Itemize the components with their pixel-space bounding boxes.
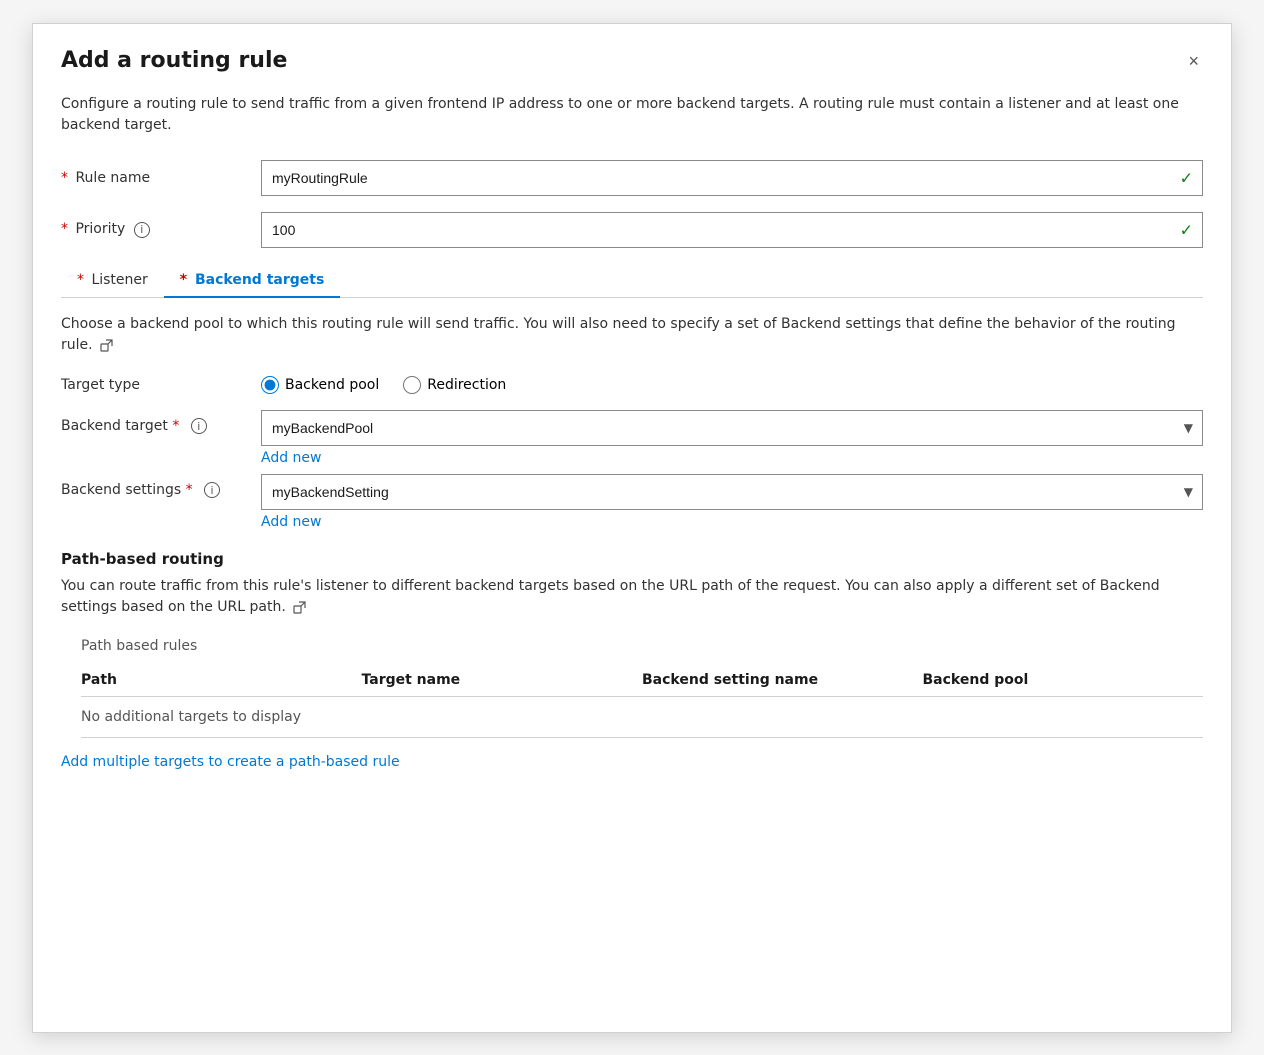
path-based-description: You can route traffic from this rule's l…: [61, 576, 1203, 618]
target-type-radio-group: Backend pool Redirection: [261, 376, 506, 394]
backend-settings-control: myBackendSetting ▼ Add new: [261, 474, 1203, 530]
tab-listener[interactable]: * Listener: [61, 264, 164, 298]
backend-target-info-icon[interactable]: i: [191, 418, 207, 434]
backend-settings-dropdown-wrap: myBackendSetting ▼: [261, 474, 1203, 510]
rule-name-label: * Rule name: [61, 170, 261, 186]
radio-redirection-input[interactable]: [403, 376, 421, 394]
backend-settings-row: Backend settings * i myBackendSetting ▼ …: [61, 474, 1203, 530]
target-type-label: Target type: [61, 377, 261, 393]
col-backend-pool: Backend pool: [923, 664, 1204, 697]
path-based-title: Path-based routing: [61, 550, 1203, 568]
priority-info-icon[interactable]: i: [134, 222, 150, 238]
backend-settings-info-icon[interactable]: i: [204, 482, 220, 498]
priority-required-star: *: [61, 221, 68, 237]
add-routing-rule-dialog: Add a routing rule × Configure a routing…: [32, 23, 1232, 1033]
radio-backend-pool-input[interactable]: [261, 376, 279, 394]
priority-row: * Priority i ✓: [61, 212, 1203, 248]
rule-name-control: ✓: [261, 160, 1203, 196]
rule-name-row: * Rule name ✓: [61, 160, 1203, 196]
backend-target-label: Backend target * i: [61, 410, 261, 435]
radio-redirection[interactable]: Redirection: [403, 376, 506, 394]
backend-settings-label: Backend settings * i: [61, 474, 261, 499]
backend-targets-content: Choose a backend pool to which this rout…: [61, 314, 1203, 770]
table-empty-message: No additional targets to display: [81, 696, 1203, 737]
backend-target-row: Backend target * i myBackendPool ▼ Add n…: [61, 410, 1203, 466]
path-based-routing-section: Path-based routing You can route traffic…: [61, 550, 1203, 738]
priority-checkmark: ✓: [1180, 220, 1193, 239]
col-path: Path: [81, 664, 362, 697]
path-based-external-link-icon[interactable]: [293, 600, 307, 614]
priority-input[interactable]: [261, 212, 1203, 248]
radio-backend-pool[interactable]: Backend pool: [261, 376, 379, 394]
rule-name-required-star: *: [61, 170, 68, 186]
priority-label-col: * Priority i: [61, 221, 261, 238]
backend-settings-select[interactable]: myBackendSetting: [261, 474, 1203, 510]
dialog-header: Add a routing rule ×: [61, 48, 1203, 74]
intro-description: Configure a routing rule to send traffic…: [61, 94, 1203, 136]
col-target-name: Target name: [362, 664, 643, 697]
path-based-rules-table: Path Target name Backend setting name Ba…: [81, 664, 1203, 738]
external-link-icon[interactable]: [100, 338, 114, 352]
table-empty-row: No additional targets to display: [81, 696, 1203, 737]
backend-settings-add-new[interactable]: Add new: [261, 514, 1203, 530]
dialog-title: Add a routing rule: [61, 48, 287, 73]
close-button[interactable]: ×: [1184, 48, 1203, 74]
rule-name-input[interactable]: [261, 160, 1203, 196]
add-multiple-targets-link[interactable]: Add multiple targets to create a path-ba…: [61, 754, 400, 770]
table-header-row: Path Target name Backend setting name Ba…: [81, 664, 1203, 697]
tabs-row: * Listener * Backend targets: [61, 264, 1203, 298]
backend-target-add-new[interactable]: Add new: [261, 450, 1203, 466]
path-based-rules-section: Path based rules Path Target name Backen…: [81, 638, 1203, 738]
path-based-rules-title: Path based rules: [81, 638, 1203, 654]
priority-control: ✓: [261, 212, 1203, 248]
col-backend-setting-name: Backend setting name: [642, 664, 923, 697]
backend-target-control: myBackendPool ▼ Add new: [261, 410, 1203, 466]
backend-target-dropdown-wrap: myBackendPool ▼: [261, 410, 1203, 446]
rule-name-checkmark: ✓: [1180, 168, 1193, 187]
backend-target-select[interactable]: myBackendPool: [261, 410, 1203, 446]
tab-backend-targets[interactable]: * Backend targets: [164, 264, 341, 298]
backend-targets-description: Choose a backend pool to which this rout…: [61, 314, 1203, 356]
target-type-row: Target type Backend pool Redirection: [61, 376, 1203, 394]
